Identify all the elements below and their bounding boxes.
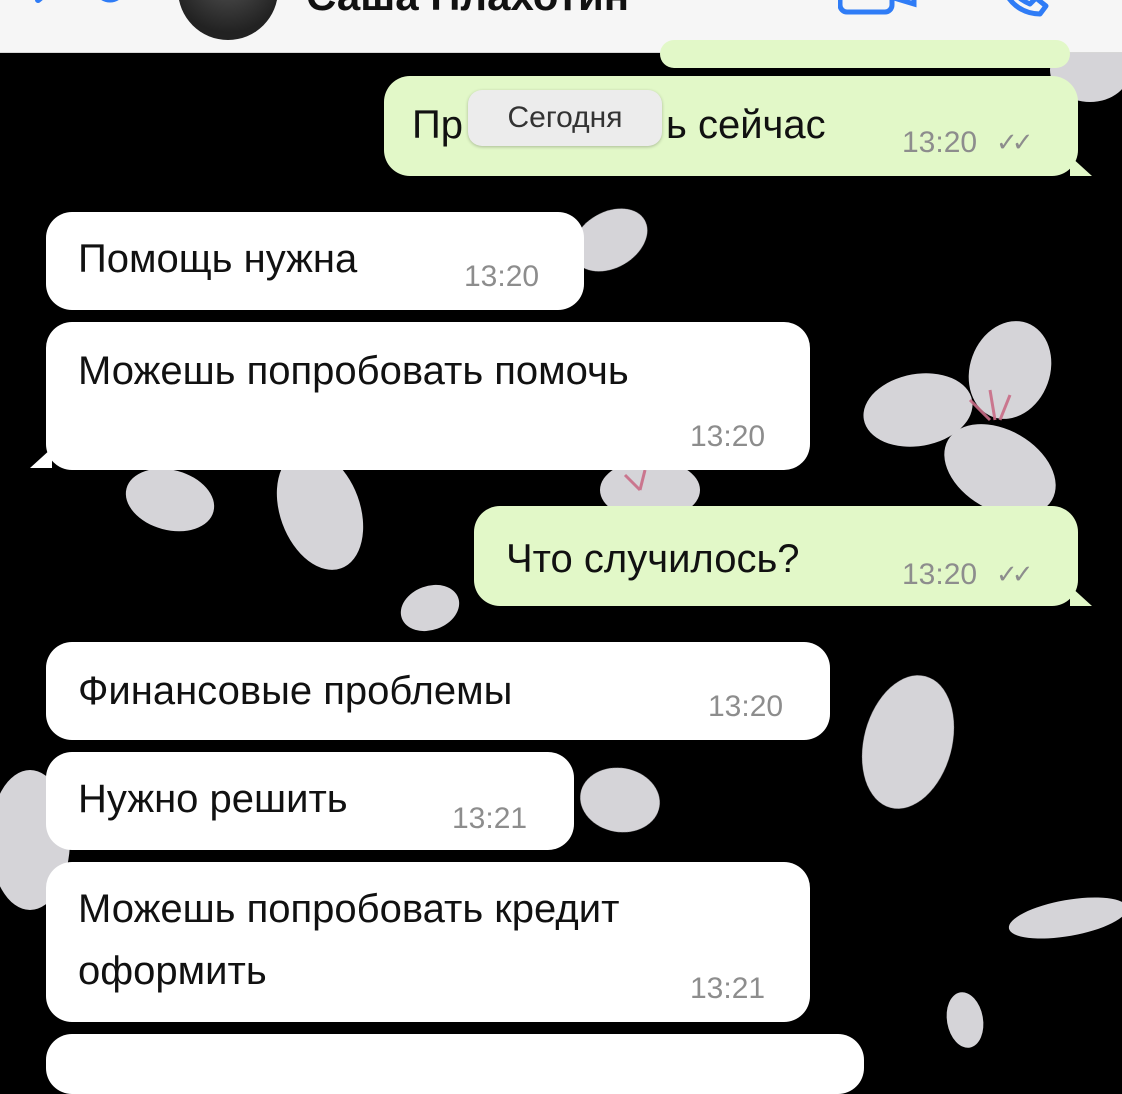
message-text: Что случилось? [506,537,800,581]
message-bubble-incoming[interactable]: Нужно решить 13:21 [46,752,574,850]
message-text: Помощь нужна [78,237,358,281]
message-text: Можешь попробовать помочь [78,349,629,393]
message-time: 13:20 [902,558,978,591]
message-text: Пр [412,103,463,147]
message-bubble-outgoing[interactable]: Что случилось? 13:20 ✓✓ [474,506,1078,606]
message-bubble-incoming[interactable]: Финансовые проблемы 13:20 [46,642,830,740]
message-bubble-incoming[interactable]: Можешь попробовать помочь 13:20 [46,322,810,470]
bubble-tail [1070,586,1092,606]
phone-icon[interactable] [996,0,1056,25]
message-time: 13:20 [708,690,784,723]
message-time: 13:20 [902,126,978,159]
message-text: Можешь попробовать кредит [78,887,620,931]
date-separator: Сегодня [468,90,662,146]
message-time: 13:21 [690,972,766,1005]
read-receipt-icon: ✓✓ [996,559,1033,589]
message-time: 13:21 [452,802,528,835]
read-receipt-icon: ✓✓ [996,127,1033,157]
message-time: 13:20 [690,420,766,453]
message-text: Финансовые проблемы [78,669,513,713]
video-call-icon[interactable] [837,0,918,25]
message-bubble-incoming[interactable] [46,1034,864,1094]
message-text-continued: ь сейчас [666,103,826,147]
bubble-tail [1070,156,1092,176]
message-bubble-outgoing[interactable] [660,40,1070,68]
bubble-tail [30,448,52,468]
message-time: 13:20 [464,260,540,293]
message-bubble-incoming[interactable]: Можешь попробовать кредит оформить 13:21 [46,862,810,1022]
contact-name[interactable]: Саша Плахотин [306,0,629,20]
message-text-line2: оформить [78,949,267,993]
contact-avatar[interactable] [178,0,278,40]
message-bubble-incoming[interactable]: Помощь нужна 13:20 [46,212,584,310]
message-text: Нужно решить [78,777,348,821]
chevron-left-icon[interactable] [10,0,130,27]
